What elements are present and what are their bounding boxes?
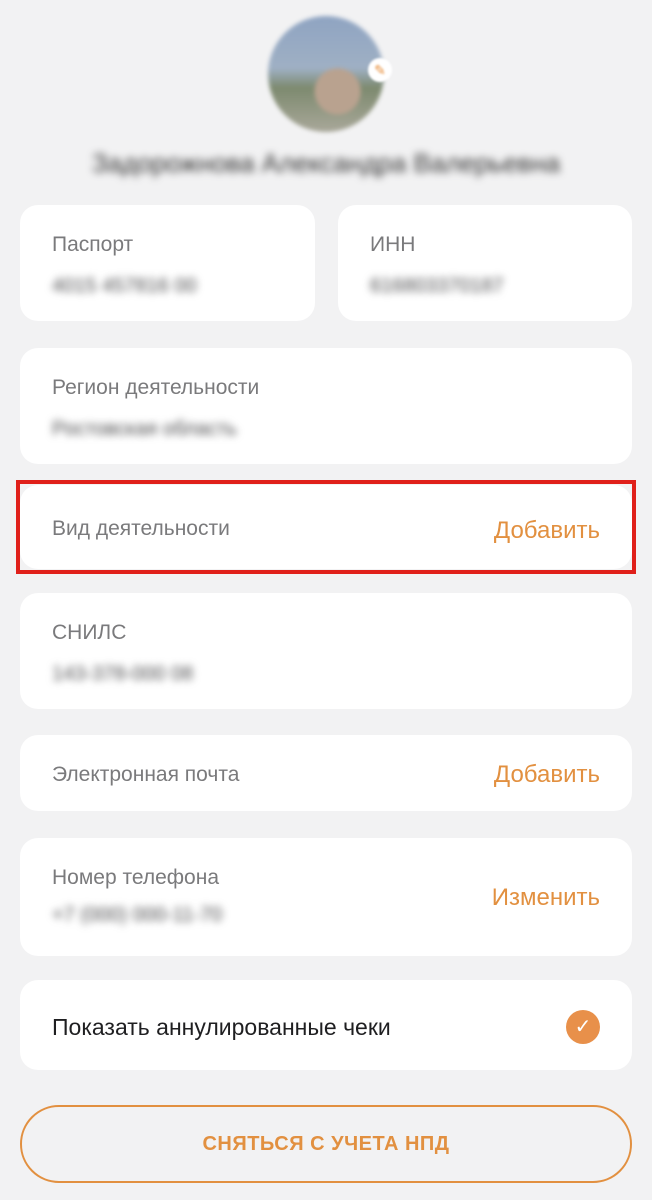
snils-value: 143-378-000 08 — [52, 663, 194, 685]
activity-add-button[interactable]: Добавить — [494, 517, 600, 545]
region-card: Регион деятельности Ростовская область — [20, 348, 632, 464]
phone-card[interactable]: Номер телефона +7 (000) 000-11-70 Измени… — [20, 838, 632, 956]
phone-value: +7 (000) 000-11-70 — [52, 904, 223, 926]
passport-card: Паспорт 4015 457816 00 — [20, 205, 315, 321]
show-cancelled-label: Показать аннулированные чеки — [52, 1014, 391, 1040]
edit-icon[interactable]: ✎ — [368, 58, 392, 82]
activity-card[interactable]: Вид деятельности Добавить — [20, 485, 632, 569]
phone-label: Номер телефона — [52, 866, 220, 889]
email-add-button[interactable]: Добавить — [494, 761, 600, 789]
email-label: Электронная почта — [52, 763, 240, 786]
deregister-button[interactable]: СНЯТЬСЯ С УЧЕТА НПД — [20, 1105, 632, 1183]
phone-change-button[interactable]: Изменить — [492, 884, 600, 912]
passport-label: Паспорт — [52, 233, 134, 256]
show-cancelled-card[interactable]: Показать аннулированные чеки ✓ — [20, 980, 632, 1070]
inn-value: 616803370187 — [370, 275, 504, 297]
inn-card: ИНН 616803370187 — [338, 205, 632, 321]
user-name: Задорожнова Александра Валерьевна — [91, 148, 561, 178]
check-icon[interactable]: ✓ — [566, 1010, 600, 1044]
activity-label: Вид деятельности — [52, 517, 230, 540]
passport-value: 4015 457816 00 — [52, 275, 197, 297]
region-value: Ростовская область — [52, 418, 237, 440]
region-label: Регион деятельности — [52, 376, 260, 399]
email-card[interactable]: Электронная почта Добавить — [20, 735, 632, 811]
avatar[interactable] — [268, 16, 384, 132]
snils-card: СНИЛС 143-378-000 08 — [20, 593, 632, 709]
inn-label: ИНН — [370, 233, 416, 256]
snils-label: СНИЛС — [52, 621, 127, 644]
